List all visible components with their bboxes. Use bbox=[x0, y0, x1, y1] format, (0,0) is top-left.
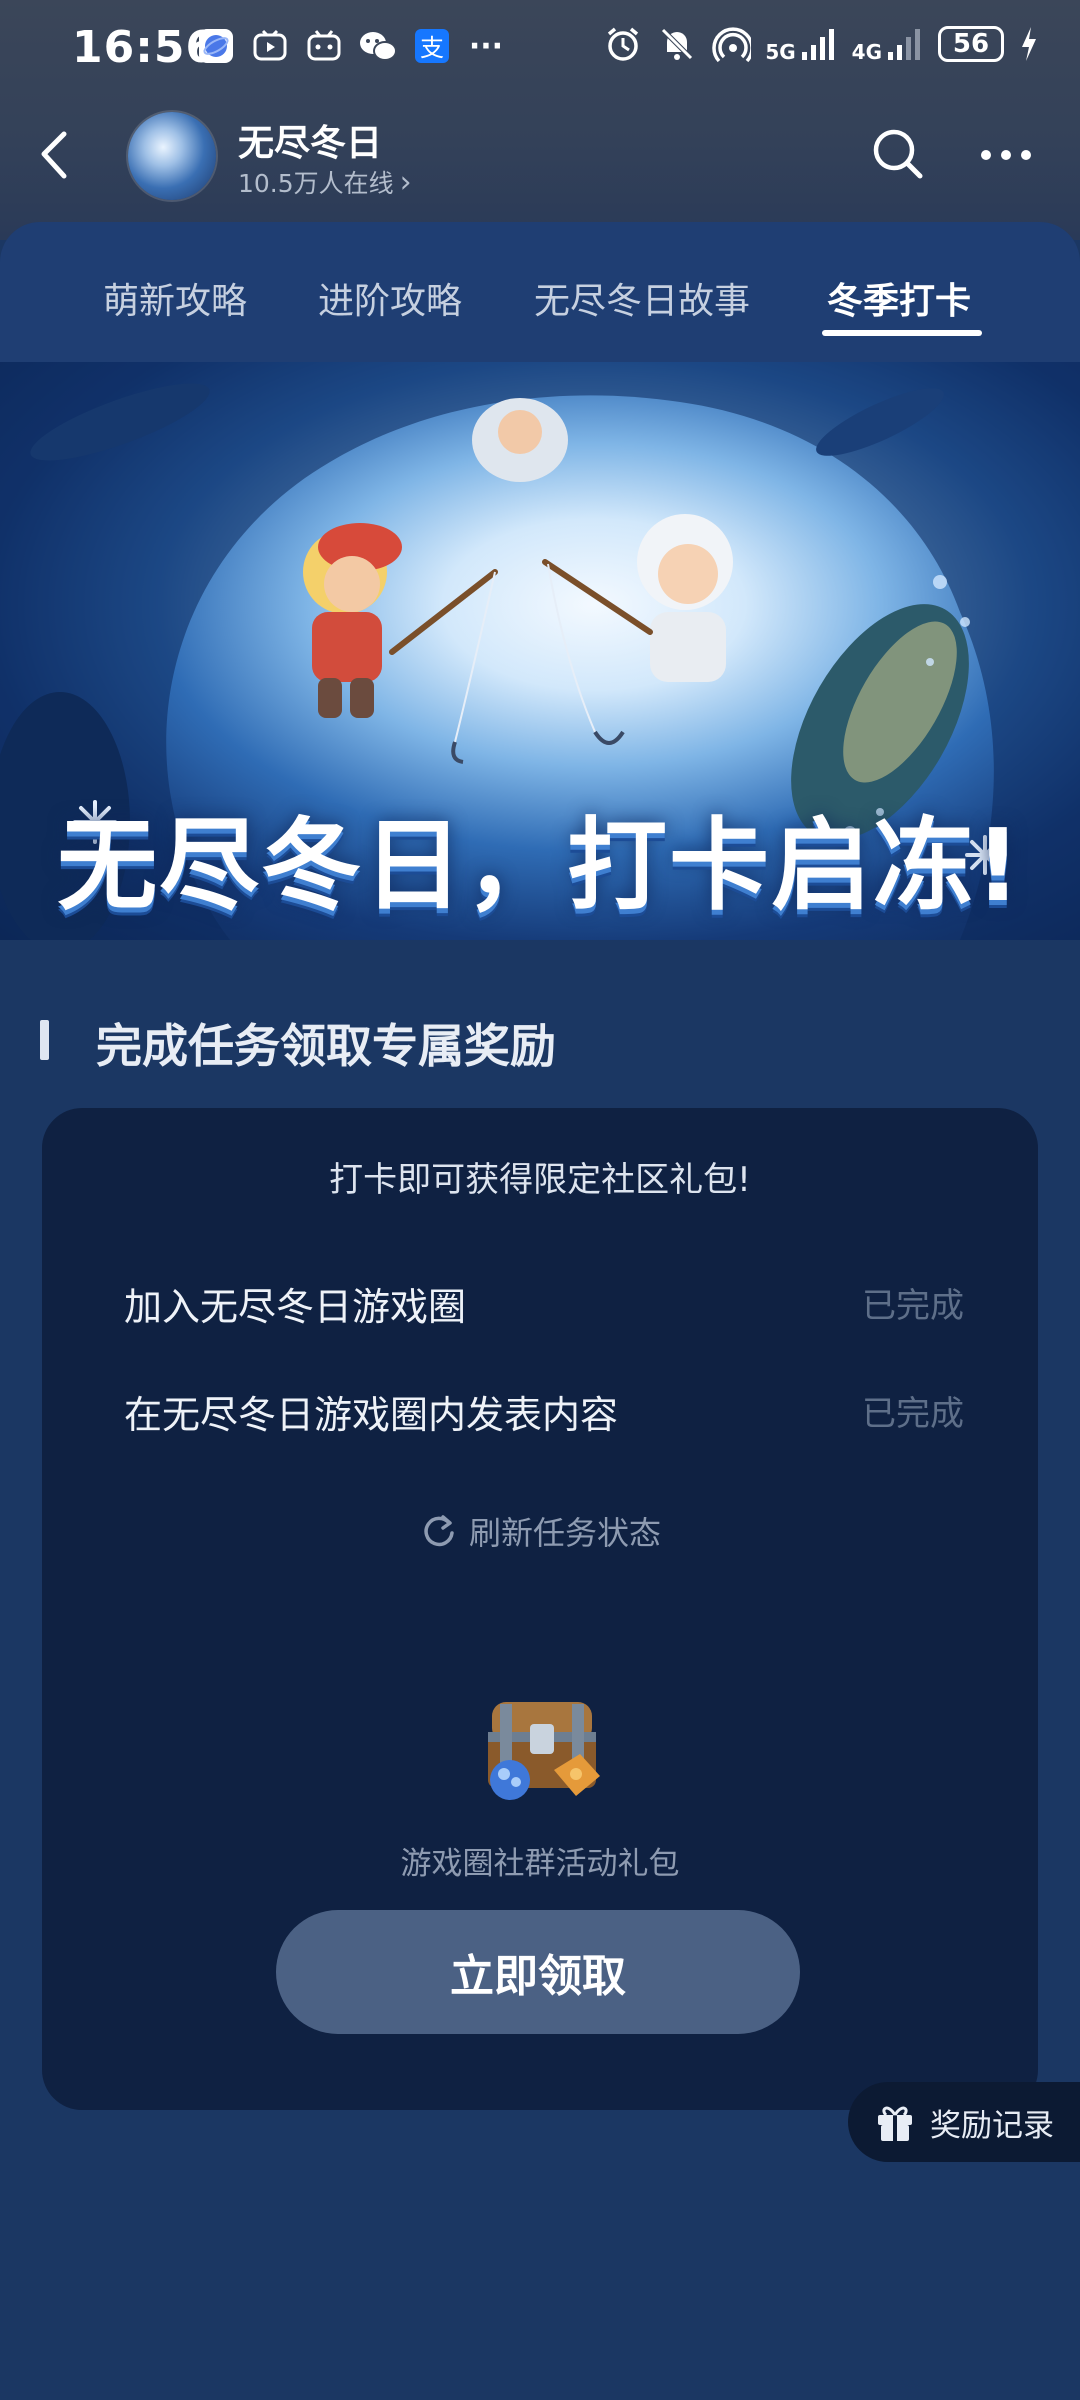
section-marker bbox=[40, 1020, 49, 1060]
charging-icon bbox=[1018, 24, 1040, 64]
chevron-right-icon: › bbox=[399, 164, 412, 200]
page-title: 无尽冬日 bbox=[238, 123, 383, 164]
game-avatar[interactable] bbox=[128, 112, 216, 200]
tab-story[interactable]: 无尽冬日故事 bbox=[534, 272, 750, 324]
refresh-icon bbox=[424, 1515, 454, 1547]
svg-text:支: 支 bbox=[420, 34, 444, 62]
reward-record-label: 奖励记录 bbox=[930, 2107, 1054, 2144]
refresh-task-status-button[interactable]: 刷新任务状态 bbox=[42, 1508, 1038, 1554]
banner-slogan: 无尽冬日，打卡启冻! bbox=[57, 807, 1023, 924]
search-icon bbox=[873, 129, 923, 179]
task-card: 打卡即可获得限定社区礼包! 加入无尽冬日游戏圈 已完成 在无尽冬日游戏圈内发表内… bbox=[42, 1108, 1038, 2110]
tab-winter-checkin[interactable]: 冬季打卡 bbox=[827, 272, 971, 324]
reward-record-button[interactable]: 奖励记录 bbox=[848, 2082, 1080, 2162]
bilibili-app-icon bbox=[304, 26, 344, 66]
task-status: 已完成 bbox=[862, 1286, 964, 1326]
signal-4g-icon: 4G bbox=[852, 26, 924, 62]
tab-beginner-guide[interactable]: 萌新攻略 bbox=[103, 272, 247, 324]
gift-icon bbox=[878, 2106, 912, 2141]
tab-panel: 萌新攻略 进阶攻略 无尽冬日故事 冬季打卡 bbox=[0, 222, 1080, 362]
tab-advanced-guide[interactable]: 进阶攻略 bbox=[318, 272, 462, 324]
back-button[interactable] bbox=[30, 120, 100, 190]
status-system-icons: 5G 4G 56 bbox=[603, 24, 1040, 64]
section-title: 完成任务领取专属奖励 bbox=[96, 1019, 556, 1073]
hotspot-icon bbox=[711, 24, 752, 64]
online-count: 10.5万人在线 bbox=[238, 169, 394, 198]
treasure-chest-icon bbox=[488, 1702, 600, 1800]
search-button[interactable] bbox=[868, 124, 928, 184]
online-count-link[interactable]: 10.5万人在线 › bbox=[238, 164, 412, 200]
card-headline: 打卡即可获得限定社区礼包! bbox=[329, 1160, 751, 1200]
app-header: 无尽冬日 10.5万人在线 › bbox=[0, 100, 1080, 220]
refresh-label: 刷新任务状态 bbox=[468, 1514, 661, 1552]
tab-bar: 萌新攻略 进阶攻略 无尽冬日故事 冬季打卡 bbox=[0, 272, 1080, 352]
task-status: 已完成 bbox=[862, 1394, 964, 1434]
task-label: 在无尽冬日游戏圈内发表内容 bbox=[124, 1393, 619, 1437]
event-banner: 无尽冬日，打卡启冻! bbox=[0, 362, 1080, 940]
mute-icon bbox=[657, 24, 697, 64]
alipay-app-icon: 支 bbox=[412, 26, 452, 66]
status-notification-icons: 支 ··· bbox=[196, 26, 506, 66]
task-row: 加入无尽冬日游戏圈 已完成 bbox=[124, 1266, 964, 1346]
back-arrow-icon bbox=[41, 131, 67, 179]
gift-name: 游戏圈社群活动礼包 bbox=[400, 1846, 680, 1882]
battery-indicator: 56 bbox=[938, 26, 1004, 62]
more-dots-icon bbox=[981, 150, 1031, 160]
active-tab-indicator bbox=[822, 330, 982, 336]
more-notifications-icon: ··· bbox=[468, 28, 504, 64]
wechat-app-icon bbox=[358, 26, 398, 66]
video-app-icon bbox=[250, 26, 290, 66]
browser-app-icon bbox=[196, 26, 236, 66]
claim-reward-button[interactable]: 立即领取 bbox=[276, 1910, 800, 2034]
signal-5g-icon: 5G bbox=[765, 26, 837, 62]
task-label: 加入无尽冬日游戏圈 bbox=[124, 1285, 467, 1329]
more-options-button[interactable] bbox=[976, 130, 1036, 180]
alarm-icon bbox=[603, 24, 643, 64]
status-bar: 16:56 支 ··· 5G 4G 56 bbox=[0, 0, 1080, 100]
task-row: 在无尽冬日游戏圈内发表内容 已完成 bbox=[124, 1374, 964, 1454]
